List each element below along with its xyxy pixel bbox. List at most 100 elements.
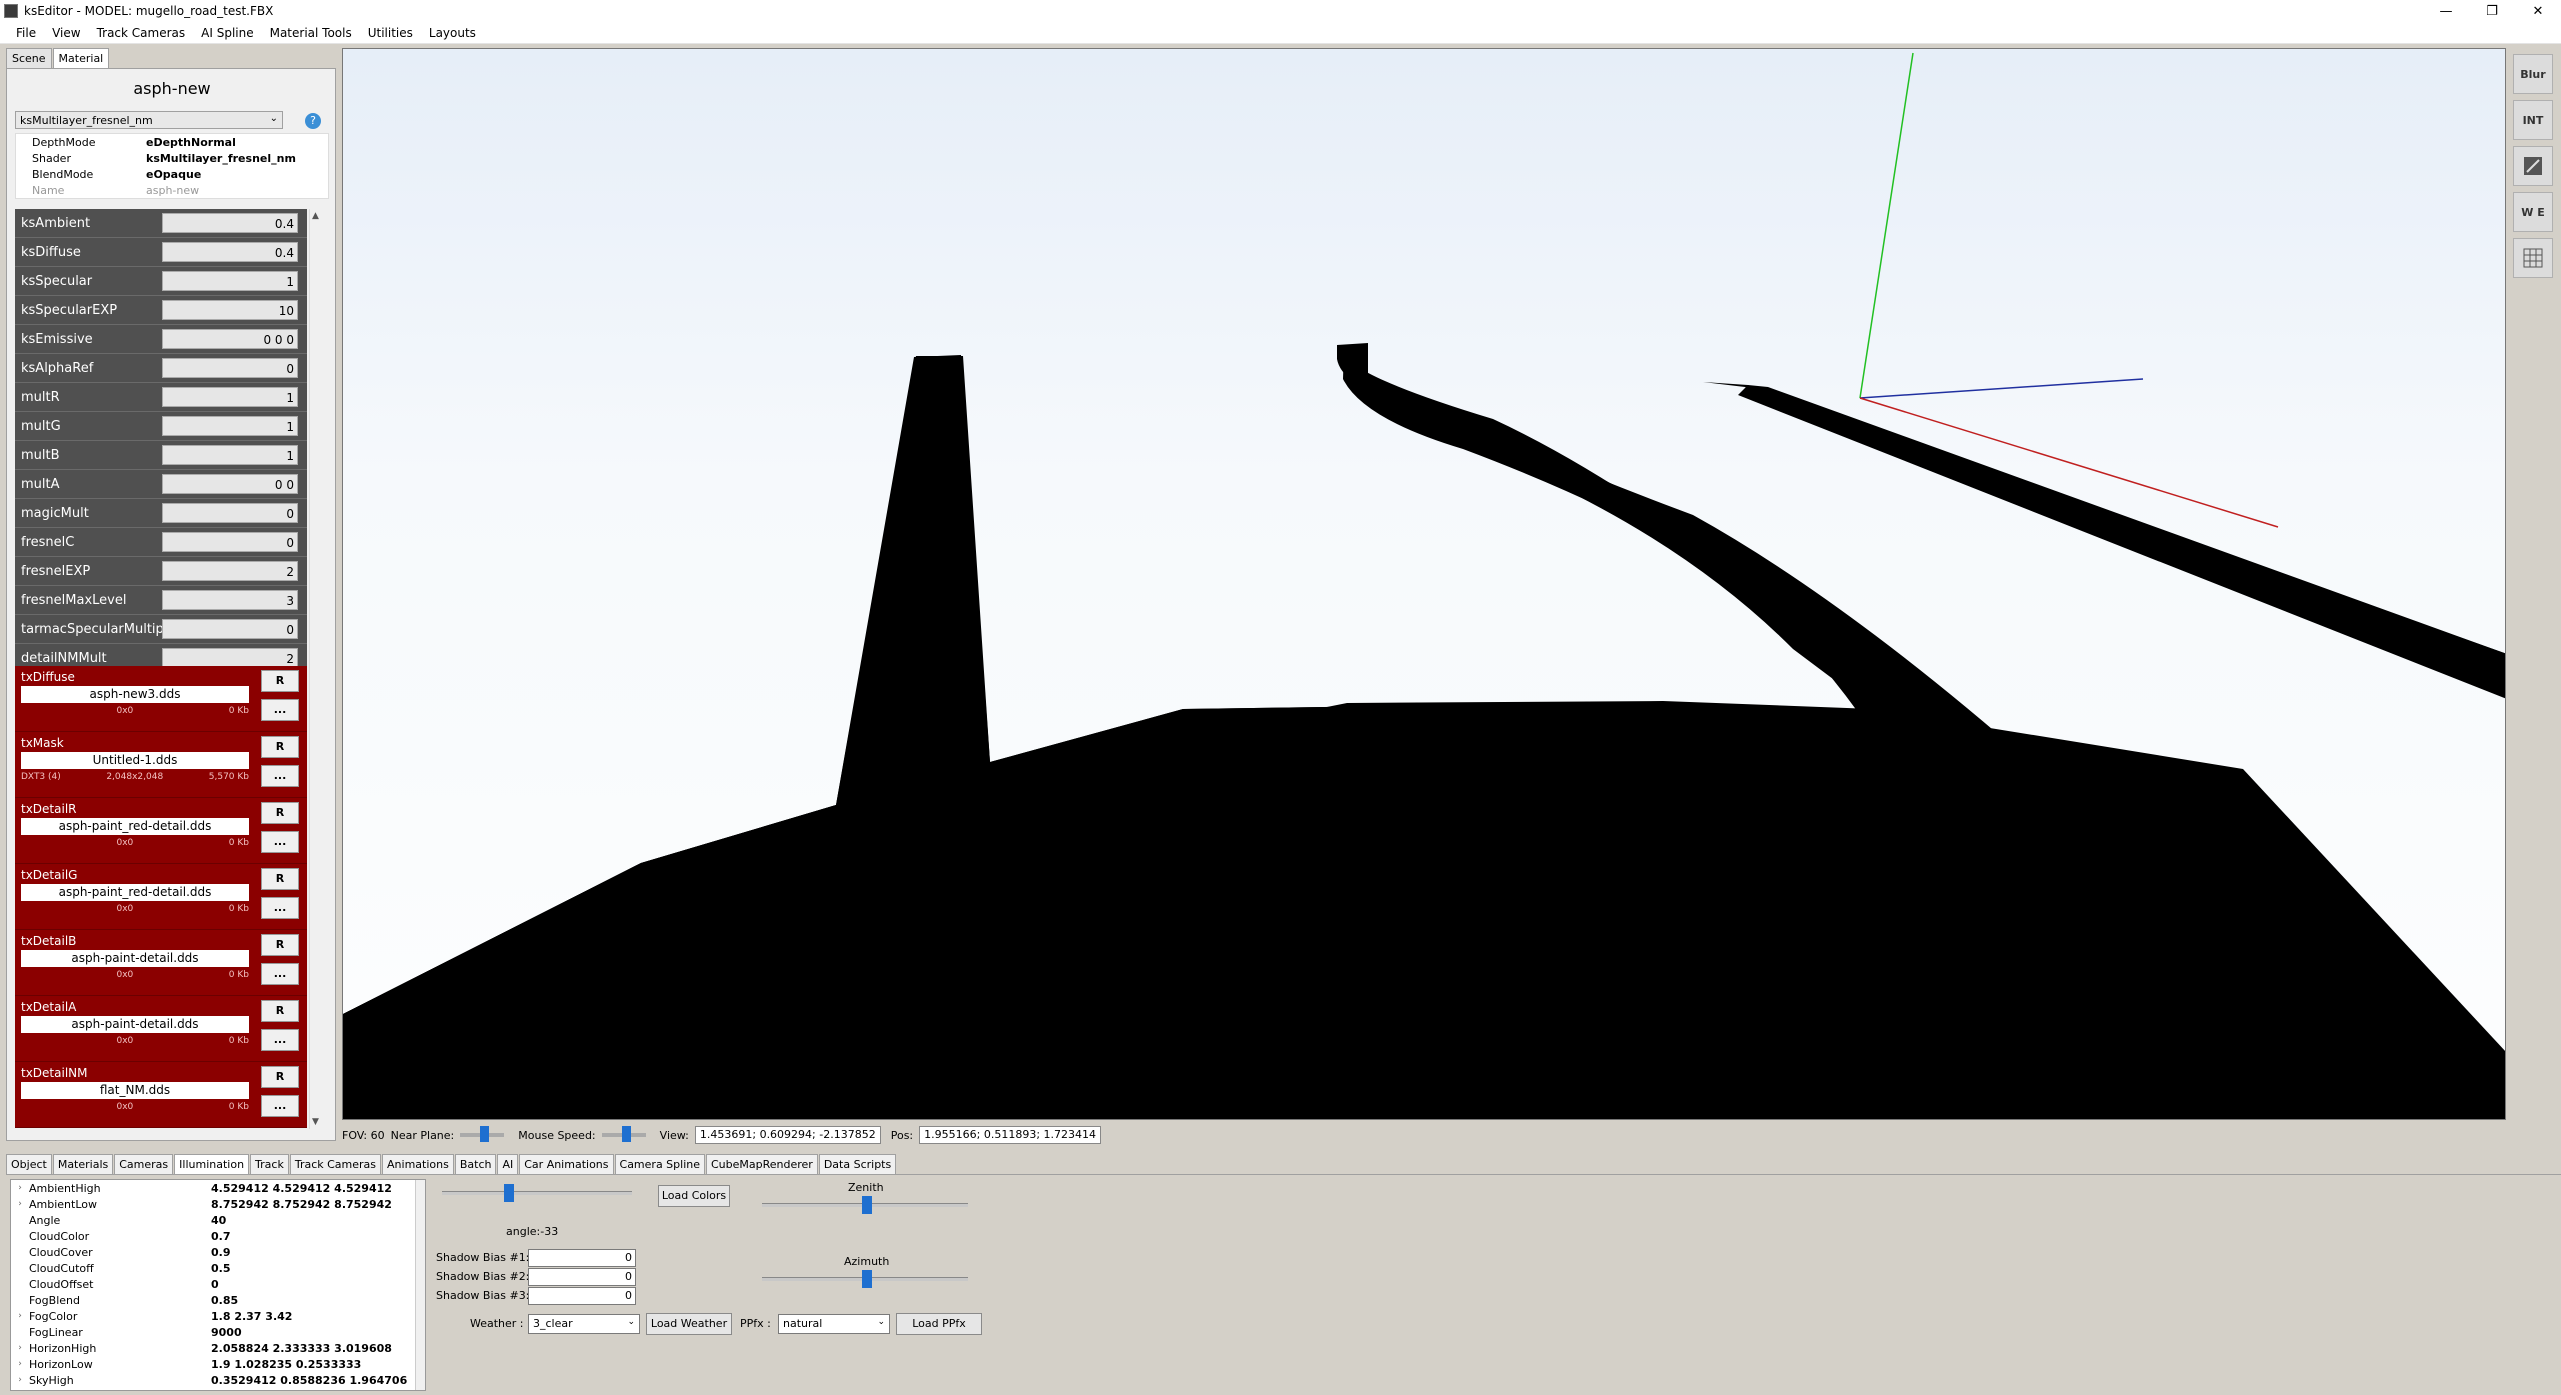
param-row[interactable]: ksAmbient 0.4	[15, 209, 307, 238]
texture-browse-button[interactable]: ...	[261, 699, 299, 721]
prop-row[interactable]: DepthMode eDepthNormal	[16, 134, 328, 150]
menu-layouts[interactable]: Layouts	[421, 26, 484, 40]
menu-file[interactable]: File	[8, 26, 44, 40]
param-value[interactable]: 1	[162, 387, 298, 407]
pos-field[interactable]: 1.955166; 0.511893; 1.723414	[919, 1126, 1102, 1144]
grid-icon[interactable]	[2513, 238, 2553, 278]
tab-scene[interactable]: Scene	[6, 48, 52, 68]
panel-icon[interactable]	[2513, 146, 2553, 186]
angle-slider-knob[interactable]	[504, 1184, 514, 1202]
param-row[interactable]: multB 1	[15, 441, 307, 470]
texture-file-field[interactable]: Untitled-1.dds	[21, 752, 249, 769]
texture-file-field[interactable]: asph-paint-detail.dds	[21, 950, 249, 967]
bottom-tab-cameras[interactable]: Cameras	[114, 1154, 174, 1174]
texture-reset-button[interactable]: R	[261, 1000, 299, 1022]
texture-file-field[interactable]: asph-new3.dds	[21, 686, 249, 703]
illumination-value[interactable]: 0.7	[211, 1230, 231, 1243]
param-row[interactable]: ksAlphaRef 0	[15, 354, 307, 383]
bottom-tab-track[interactable]: Track	[250, 1154, 289, 1174]
texture-reset-button[interactable]: R	[261, 1066, 299, 1088]
illumination-value[interactable]: 9000	[211, 1326, 242, 1339]
3d-viewport[interactable]	[342, 48, 2506, 1120]
zenith-slider-knob[interactable]	[862, 1196, 872, 1214]
tab-material[interactable]: Material	[52, 48, 110, 68]
bottom-tab-materials[interactable]: Materials	[52, 1154, 114, 1174]
texture-browse-button[interactable]: ...	[261, 897, 299, 919]
zenith-slider[interactable]	[762, 1196, 968, 1214]
param-value[interactable]: 3	[162, 590, 298, 610]
load-colors-button[interactable]: Load Colors	[658, 1185, 730, 1207]
param-row[interactable]: multG 1	[15, 412, 307, 441]
load-ppfx-button[interactable]: Load PPfx	[896, 1313, 982, 1335]
expand-icon[interactable]: ›	[11, 1343, 29, 1353]
texture-reset-button[interactable]: R	[261, 736, 299, 758]
params-scrollbar[interactable]: ▲ ▼	[309, 209, 325, 1129]
illumination-value[interactable]: 8.752942 8.752942 8.752942	[211, 1198, 392, 1211]
texture-reset-button[interactable]: R	[261, 868, 299, 890]
param-value[interactable]: 0	[162, 358, 298, 378]
bottom-tab-illumination[interactable]: Illumination	[174, 1154, 250, 1174]
texture-reset-button[interactable]: R	[261, 934, 299, 956]
expand-icon[interactable]: ›	[11, 1183, 29, 1193]
param-row[interactable]: ksSpecular 1	[15, 267, 307, 296]
bottom-tab-track-cameras[interactable]: Track Cameras	[289, 1154, 382, 1174]
illumination-value[interactable]: 0.85	[211, 1294, 238, 1307]
illumination-value[interactable]: 0	[211, 1278, 219, 1291]
param-value[interactable]: 0.4	[162, 213, 298, 233]
we-icon[interactable]: W E	[2513, 192, 2553, 232]
shadow-bias-1-input[interactable]: 0	[528, 1249, 636, 1267]
expand-icon[interactable]: ›	[11, 1359, 29, 1369]
param-value[interactable]: 0	[162, 532, 298, 552]
illumination-row[interactable]: FogLinear 9000	[11, 1324, 425, 1340]
scroll-down-icon[interactable]: ▼	[312, 1117, 319, 1127]
help-icon[interactable]: ?	[305, 113, 321, 129]
texture-browse-button[interactable]: ...	[261, 1029, 299, 1051]
load-weather-button[interactable]: Load Weather	[646, 1313, 732, 1335]
illumination-row[interactable]: CloudColor 0.7	[11, 1228, 425, 1244]
close-button[interactable]: ✕	[2515, 0, 2561, 22]
bottom-tab-car-animations[interactable]: Car Animations	[519, 1154, 614, 1174]
bottom-tab-ai[interactable]: AI	[497, 1154, 519, 1174]
illumination-property-grid[interactable]: › AmbientHigh 4.529412 4.529412 4.529412 › A…	[10, 1179, 426, 1391]
param-row[interactable]: multA 0 0	[15, 470, 307, 499]
prop-row[interactable]: BlendMode eOpaque	[16, 166, 328, 182]
texture-file-field[interactable]: asph-paint_red-detail.dds	[21, 884, 249, 901]
near-plane-slider[interactable]	[460, 1126, 505, 1142]
bottom-tab-animations[interactable]: Animations	[382, 1154, 454, 1174]
mouse-speed-slider-knob[interactable]	[621, 1126, 631, 1142]
illumination-row[interactable]: › HorizonLow 1.9 1.028235 0.2533333	[11, 1356, 425, 1372]
texture-browse-button[interactable]: ...	[261, 831, 299, 853]
shader-select[interactable]: ksMultilayer_fresnel_nm ⌄	[15, 111, 283, 129]
menu-utilities[interactable]: Utilities	[360, 26, 421, 40]
illumination-row[interactable]: Angle 40	[11, 1212, 425, 1228]
texture-browse-button[interactable]: ...	[261, 963, 299, 985]
bottom-tab-cubemaprenderer[interactable]: CubeMapRenderer	[706, 1154, 818, 1174]
illumination-value[interactable]: 0.5	[211, 1262, 231, 1275]
texture-file-field[interactable]: asph-paint_red-detail.dds	[21, 818, 249, 835]
param-row[interactable]: fresnelC 0	[15, 528, 307, 557]
illumination-value[interactable]: 2.058824 2.333333 3.019608	[211, 1342, 392, 1355]
prop-row[interactable]: Name asph-new	[16, 182, 328, 198]
expand-icon[interactable]: ›	[11, 1199, 29, 1209]
illumination-value[interactable]: 4.529412 4.529412 4.529412	[211, 1182, 392, 1195]
param-row[interactable]: ksSpecularEXP 10	[15, 296, 307, 325]
texture-reset-button[interactable]: R	[261, 670, 299, 692]
menu-ai-spline[interactable]: AI Spline	[193, 26, 261, 40]
maximize-button[interactable]: ❐	[2469, 0, 2515, 22]
expand-icon[interactable]: ›	[11, 1311, 29, 1321]
angle-slider[interactable]	[442, 1184, 632, 1202]
illumination-value[interactable]: 1.9 1.028235 0.2533333	[211, 1358, 361, 1371]
param-value[interactable]: 1	[162, 445, 298, 465]
param-value[interactable]: 0	[162, 503, 298, 523]
param-value[interactable]: 2	[162, 561, 298, 581]
minimize-button[interactable]: —	[2423, 0, 2469, 22]
param-row[interactable]: fresnelEXP 2	[15, 557, 307, 586]
menu-material-tools[interactable]: Material Tools	[262, 26, 360, 40]
illumination-value[interactable]: 1.8 2.37 3.42	[211, 1310, 292, 1323]
illumination-row[interactable]: › AmbientHigh 4.529412 4.529412 4.529412	[11, 1180, 425, 1196]
param-value[interactable]: 0.4	[162, 242, 298, 262]
illumination-value[interactable]: 40	[211, 1214, 226, 1227]
scroll-up-icon[interactable]: ▲	[312, 211, 319, 221]
param-value[interactable]: 10	[162, 300, 298, 320]
mouse-speed-slider[interactable]	[601, 1126, 646, 1142]
